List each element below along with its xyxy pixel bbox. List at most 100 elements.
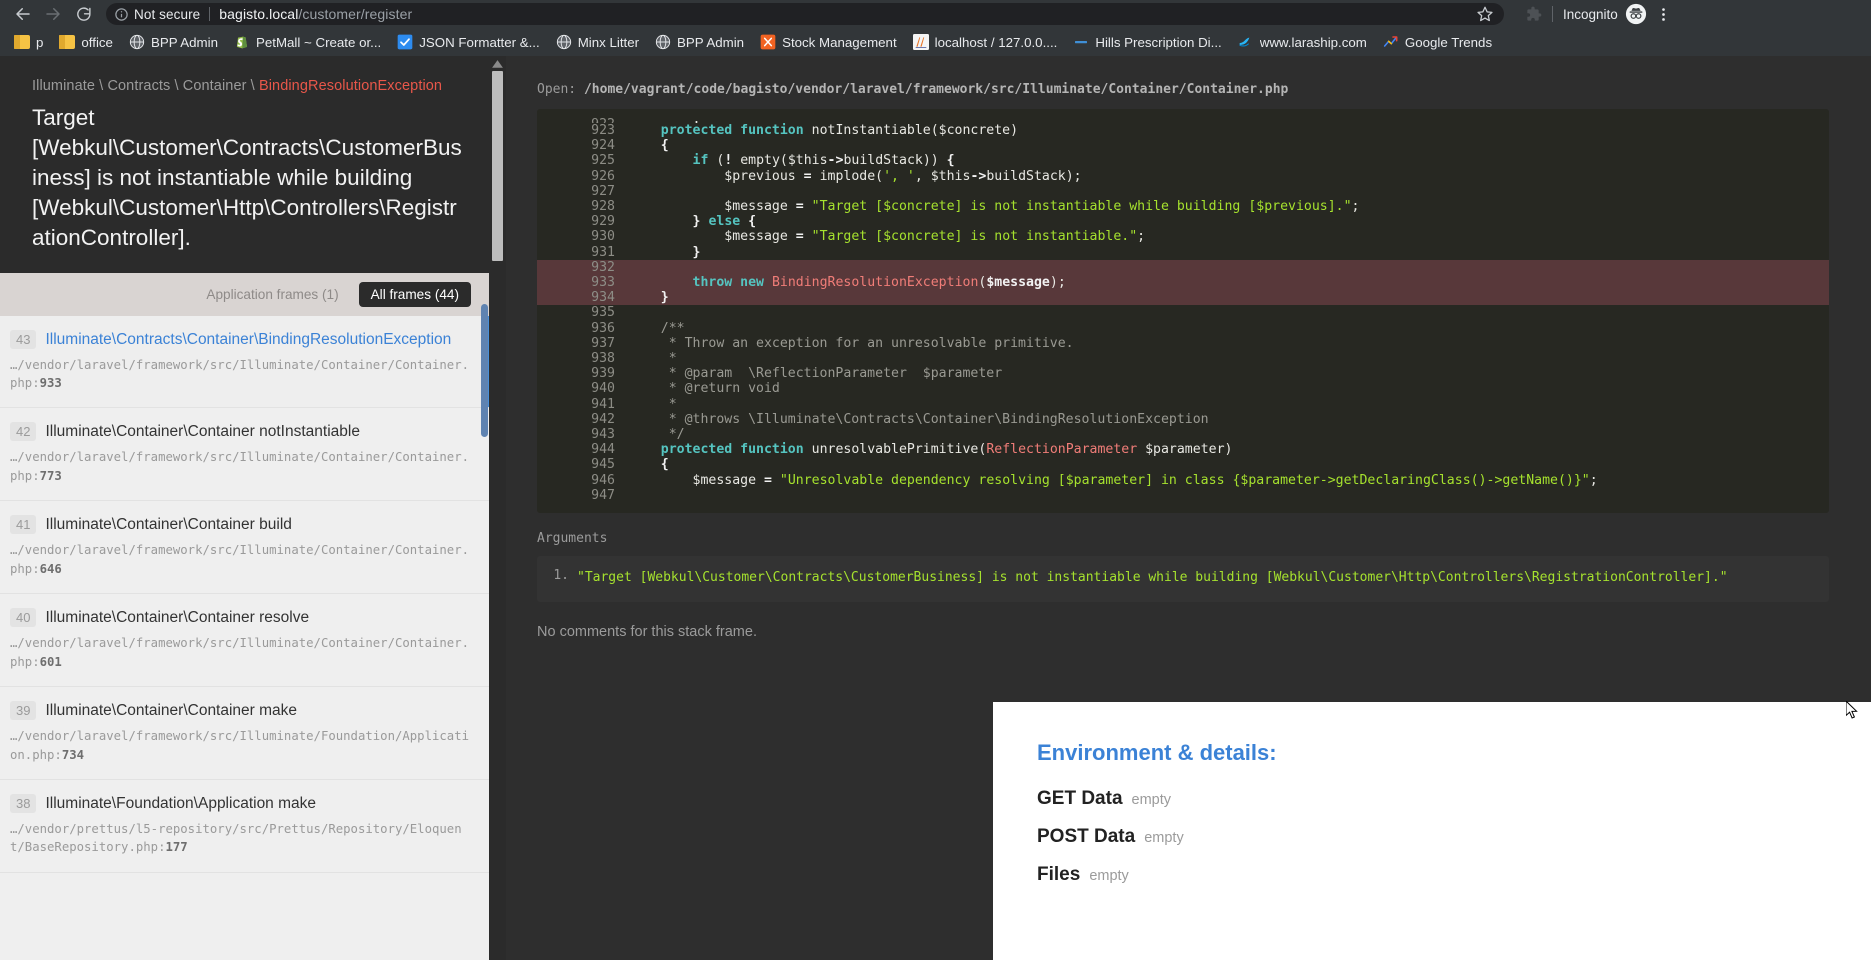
stack-frame-row[interactable]: 38 Illuminate\Foundation\Application mak… <box>0 780 489 873</box>
frame-line: 734 <box>62 748 84 762</box>
stack-frame-row[interactable]: 39 Illuminate\Container\Container make …… <box>0 687 489 780</box>
stack-frame-row[interactable]: 41 Illuminate\Container\Container build … <box>0 501 489 594</box>
page-scrollbar-thumb[interactable] <box>492 71 503 261</box>
line-text: throw new BindingResolutionException($me… <box>629 275 1066 290</box>
tab-application-frames[interactable]: Application frames (1) <box>196 282 348 307</box>
bookmark-item[interactable]: PetMall ~ Create or... <box>226 31 389 53</box>
three-dot-menu-icon[interactable] <box>1651 1 1677 27</box>
line-text: * Throw an exception for an unresolvable… <box>629 336 1074 351</box>
bookmark-item[interactable]: Stock Management <box>752 31 905 53</box>
browser-window: Not secure bagisto.local/customer/regist… <box>0 0 1871 960</box>
incognito-indicator[interactable]: Incognito <box>1563 3 1651 25</box>
exception-message: Target [Webkul\Customer\Contracts\Custom… <box>32 103 463 253</box>
address-bar[interactable]: Not secure bagisto.local/customer/regist… <box>106 3 1504 25</box>
toolbar-divider <box>1552 6 1553 22</box>
page-scrollbar[interactable] <box>489 56 506 960</box>
tab-all-frames[interactable]: All frames (44) <box>359 282 471 307</box>
bookmark-item[interactable]: office <box>51 32 121 53</box>
line-text: if (! empty($this->buildStack)) { <box>629 153 955 168</box>
line-number: 929 <box>537 214 629 229</box>
reload-icon[interactable] <box>68 0 98 28</box>
star-icon[interactable] <box>1476 5 1494 23</box>
frame-path: …/vendor/laravel/framework/src/Illuminat… <box>10 448 471 485</box>
line-number: 945 <box>537 457 629 472</box>
bookmark-label: p <box>36 35 43 50</box>
bookmark-item[interactable]: Minx Litter <box>548 31 647 53</box>
line-number: 925 <box>537 153 629 168</box>
arguments-section: Arguments 1. "Target [Webkul\Customer\Co… <box>489 513 1871 602</box>
bookmark-item[interactable]: www.laraship.com <box>1230 31 1375 53</box>
trends-arrow-icon <box>1383 34 1399 50</box>
line-number: 937 <box>537 336 629 351</box>
stack-frame-row[interactable]: 43 Illuminate\Contracts\Container\Bindin… <box>0 316 489 409</box>
bookmark-item[interactable]: Google Trends <box>1375 31 1500 53</box>
stack-frame-row[interactable]: 42 Illuminate\Container\Container notIns… <box>0 408 489 501</box>
line-number: 935 <box>537 305 629 320</box>
bookmark-item[interactable]: p <box>6 32 51 53</box>
bookmark-label: BPP Admin <box>151 35 218 50</box>
incognito-label: Incognito <box>1563 7 1618 22</box>
bookmark-item[interactable]: BPP Admin <box>121 31 226 53</box>
code-line: 929 } else { <box>537 214 1829 229</box>
frame-name: Illuminate\Contracts\Container\BindingRe… <box>45 331 451 349</box>
line-number: 940 <box>537 381 629 396</box>
line-text: } else { <box>629 214 756 229</box>
frame-number: 41 <box>10 515 36 534</box>
exception-class-line: Illuminate \ Contracts \ Container \ Bin… <box>32 78 463 94</box>
line-text: */ <box>629 427 685 442</box>
frame-file: …/vendor/laravel/framework/src/Illuminat… <box>10 450 469 482</box>
extensions-icon[interactable] <box>1526 6 1542 22</box>
stack-frames-list[interactable]: 43 Illuminate\Contracts\Container\Bindin… <box>0 316 489 960</box>
line-number: 946 <box>537 473 629 488</box>
code-line: 935 <box>537 305 1829 320</box>
info-circle-icon <box>114 7 129 22</box>
code-line: 927 <box>537 184 1829 199</box>
frame-line: 646 <box>40 562 62 576</box>
bookmark-label: Google Trends <box>1405 35 1492 50</box>
bookmark-item[interactable]: JSON Formatter &... <box>389 31 547 53</box>
back-arrow-icon[interactable] <box>8 0 38 28</box>
page-viewport: Illuminate \ Contracts \ Container \ Bin… <box>0 56 1871 960</box>
environment-value: empty <box>1132 792 1172 808</box>
bookmark-item[interactable]: BPP Admin <box>647 31 752 53</box>
line-text: } <box>629 290 669 305</box>
code-line-highlighted: 933 throw new BindingResolutionException… <box>537 275 1829 290</box>
environment-row: Files empty <box>1037 864 1871 886</box>
line-text: $message = "Target [$concrete] is not in… <box>629 199 1359 214</box>
line-text: { <box>629 457 669 472</box>
exception-namespace: Illuminate \ Contracts \ Container \ <box>32 78 259 94</box>
bookmark-item[interactable]: Hills Prescription Di... <box>1065 31 1229 53</box>
orange-x-icon <box>760 34 776 50</box>
environment-row: POST Data empty <box>1037 826 1871 848</box>
frame-number: 42 <box>10 422 36 441</box>
argument-item: 1. "Target [Webkul\Customer\Contracts\Cu… <box>551 568 1815 588</box>
arguments-box: 1. "Target [Webkul\Customer\Contracts\Cu… <box>537 556 1829 602</box>
frame-name: Illuminate\Container\Container build <box>45 516 291 534</box>
blue-check-icon <box>397 34 413 50</box>
environment-title: Environment & details: <box>1037 740 1871 766</box>
frame-path: …/vendor/laravel/framework/src/Illuminat… <box>10 356 471 393</box>
code-line: 924 { <box>537 138 1829 153</box>
open-file-path[interactable]: /home/vagrant/code/bagisto/vendor/larave… <box>584 82 1288 97</box>
frame-name: Illuminate\Container\Container resolve <box>45 609 309 627</box>
line-number: 928 <box>537 199 629 214</box>
code-line: 947 <box>537 488 1829 503</box>
code-line: 923 protected function notInstantiable($… <box>537 123 1829 138</box>
bookmark-item[interactable]: localhost / 127.0.0.... <box>905 31 1066 53</box>
bookmark-label: www.laraship.com <box>1260 35 1367 50</box>
browser-toolbar: Not secure bagisto.local/customer/regist… <box>0 0 1871 28</box>
line-text: protected function notInstantiable($conc… <box>629 123 1018 138</box>
code-line: 928 $message = "Target [$concrete] is no… <box>537 199 1829 214</box>
frame-path: …/vendor/laravel/framework/src/Illuminat… <box>10 634 471 671</box>
stack-frame-row[interactable]: 40 Illuminate\Container\Container resolv… <box>0 594 489 687</box>
bookmark-label: Hills Prescription Di... <box>1095 35 1221 50</box>
frame-file: …/vendor/laravel/framework/src/Illuminat… <box>10 543 469 575</box>
line-number: 941 <box>537 397 629 412</box>
frame-line: 177 <box>165 840 187 854</box>
source-code-block[interactable]: 922 ; 923 protected function notInstanti… <box>537 109 1829 513</box>
forward-arrow-icon[interactable] <box>38 0 68 28</box>
code-line: 925 if (! empty($this->buildStack)) { <box>537 153 1829 168</box>
line-number: 947 <box>537 488 629 503</box>
code-line: 939 * @param \ReflectionParameter $param… <box>537 366 1829 381</box>
scroll-up-arrow-icon[interactable] <box>491 58 504 71</box>
